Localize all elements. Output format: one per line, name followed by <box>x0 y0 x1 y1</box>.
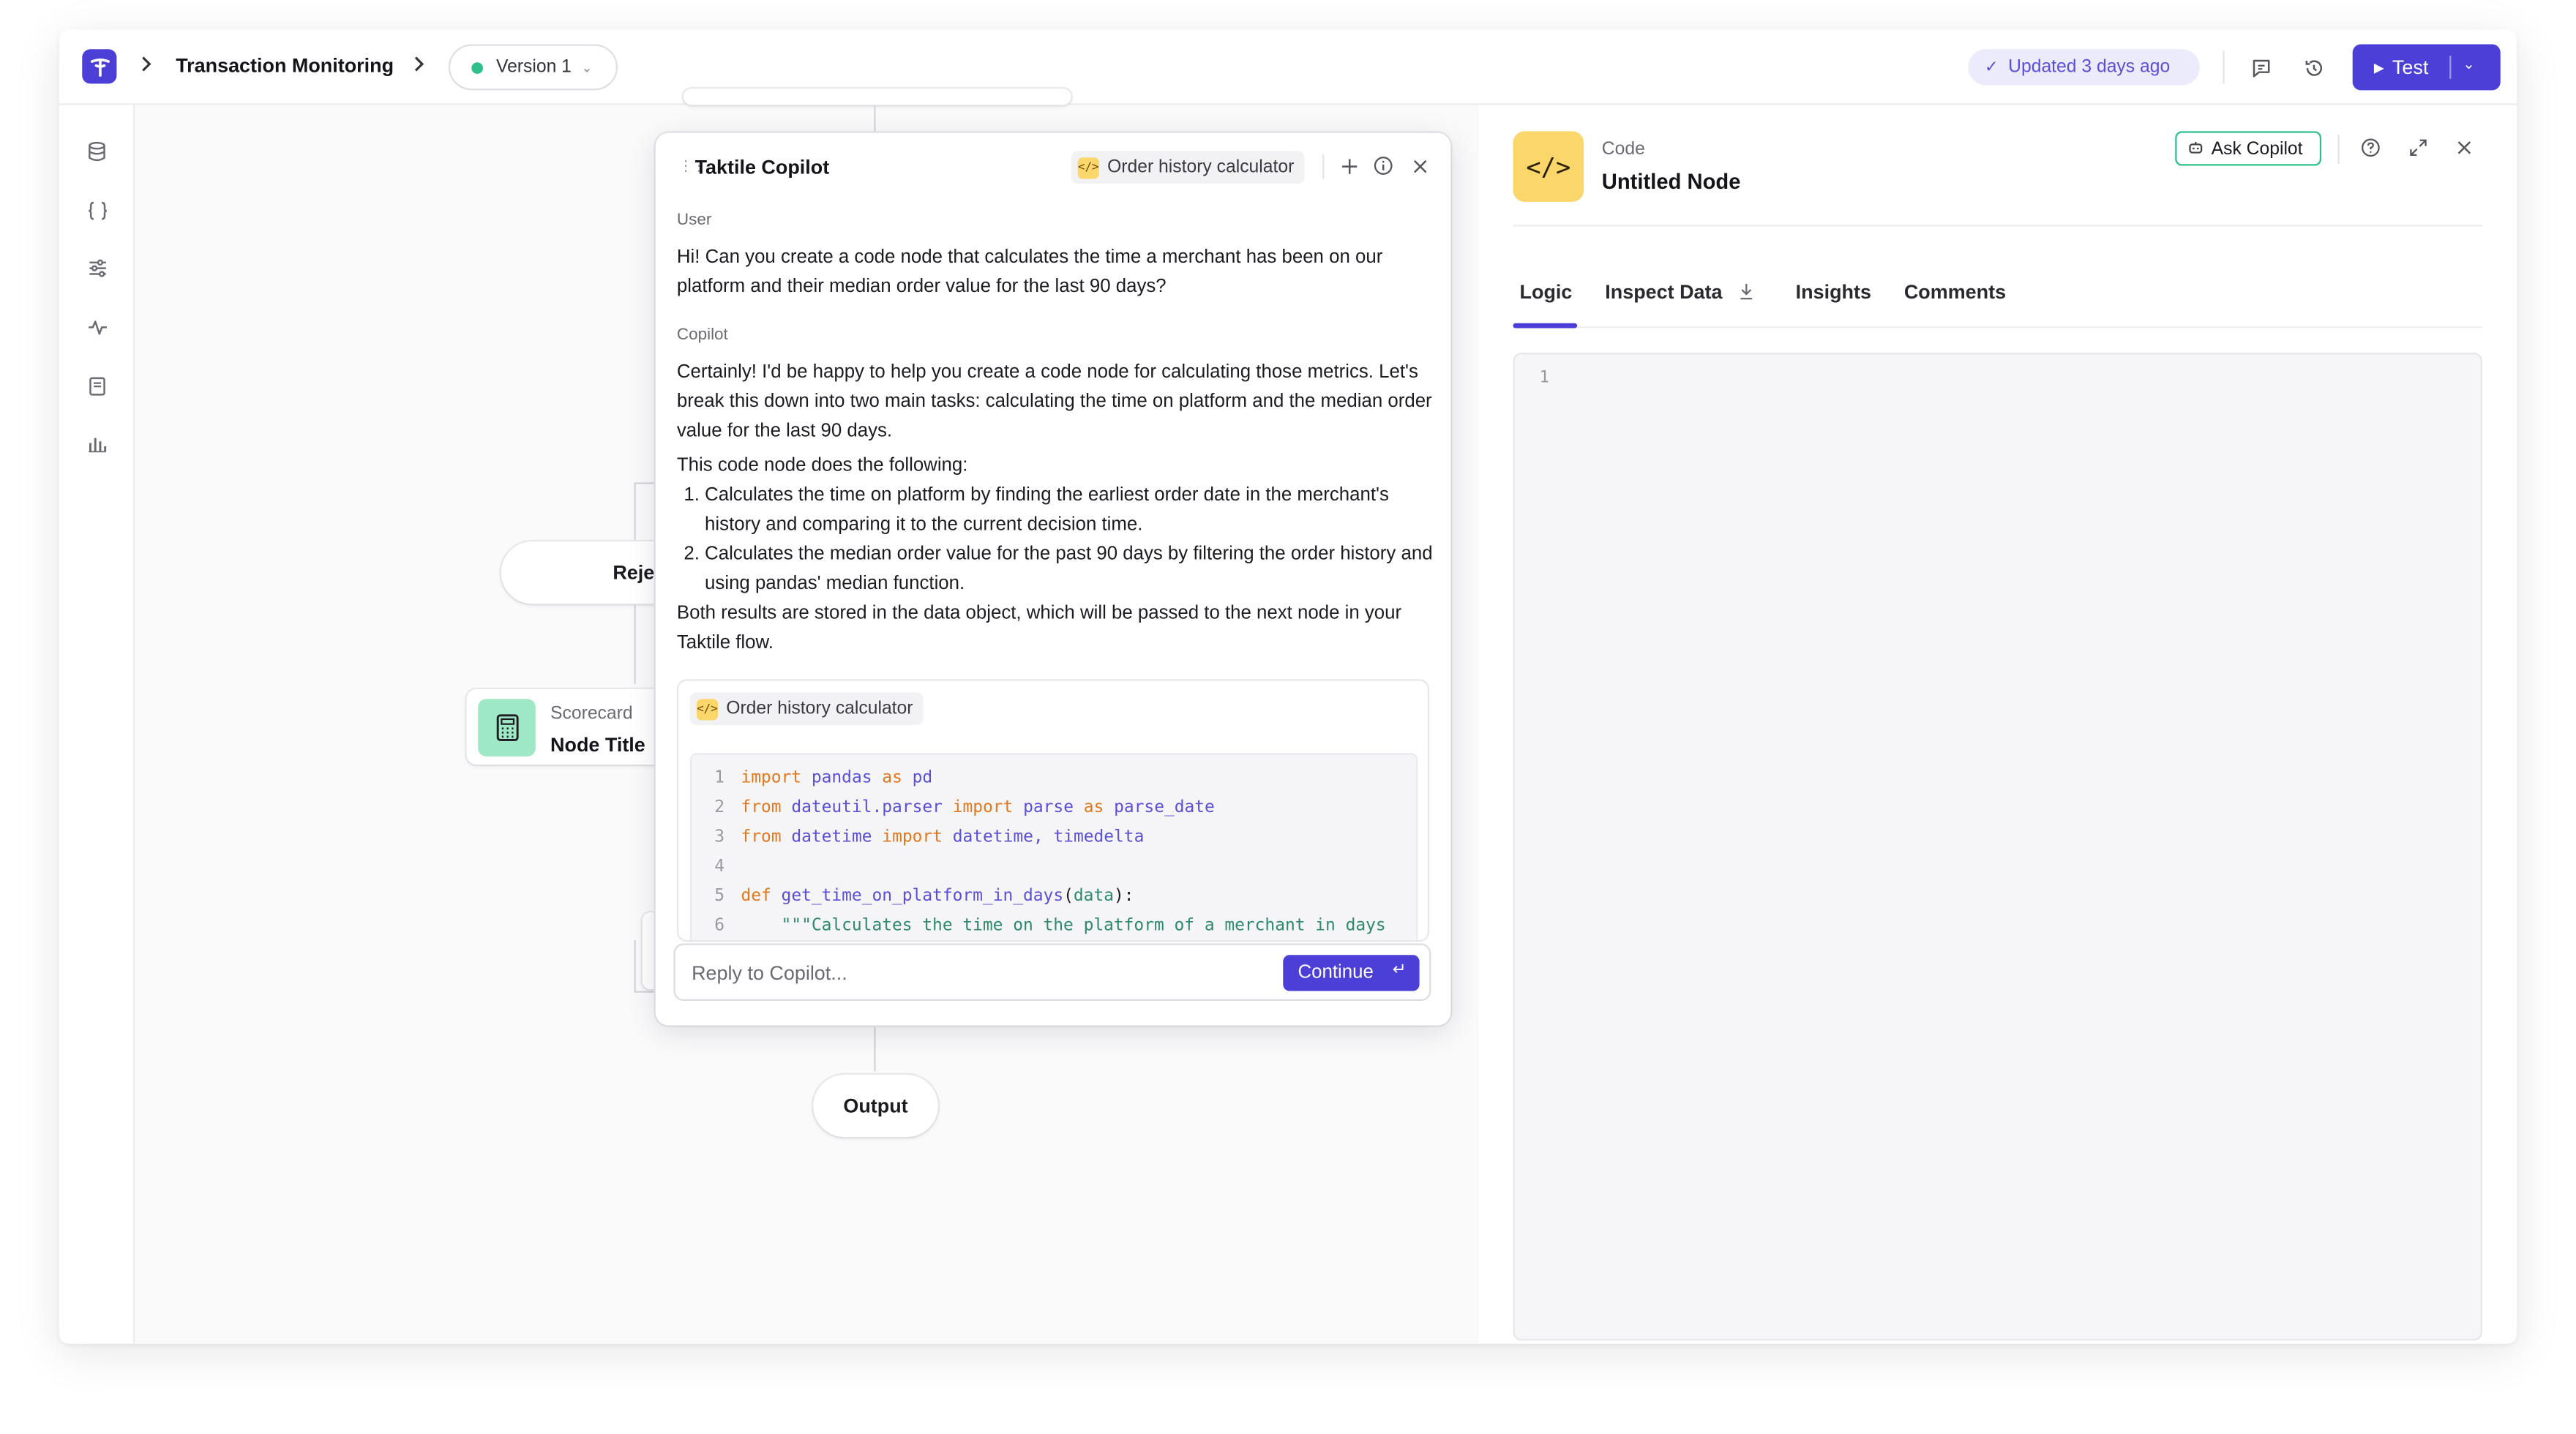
code-icon: </> <box>696 698 719 720</box>
copilot-steps-list: Calculates the time on platform by findi… <box>705 481 1436 598</box>
chevron-down-icon[interactable]: ⌄ <box>2463 56 2475 74</box>
info-icon[interactable] <box>1371 154 1394 177</box>
scorecard-type-label: Scorecard <box>550 704 633 724</box>
code-card-title-chip: </> Order history calculator <box>689 692 924 726</box>
updated-status-badge: ✓ Updated 3 days ago <box>1968 49 2200 86</box>
node-detail-panel: </> Code Untitled Node Ask Copilot Logic… <box>1478 105 2517 1344</box>
updated-label: Updated 3 days ago <box>2008 57 2171 78</box>
robot-icon <box>2188 140 2203 157</box>
test-button[interactable]: ▶ Test ⌄ <box>2352 44 2501 91</box>
flow-edge <box>634 482 654 484</box>
divider <box>2337 134 2340 165</box>
flow-edge <box>874 105 876 132</box>
node-title[interactable]: Untitled Node <box>1602 169 1741 194</box>
version-status-dot <box>471 61 484 73</box>
copilot-step: Calculates the time on platform by findi… <box>705 481 1436 540</box>
code-icon: </> <box>1513 131 1584 202</box>
user-role-label: User <box>676 211 712 230</box>
code-line: 5 def get_time_on_platform_in_days(data): <box>714 887 1134 906</box>
tab-comments[interactable]: Comments <box>1904 280 2006 303</box>
node-type-label: Code <box>1601 139 1645 159</box>
close-icon[interactable] <box>1408 154 1431 177</box>
output-node-label: Output <box>843 1094 908 1118</box>
braces-icon[interactable] <box>83 197 110 223</box>
continue-label: Continue <box>1298 963 1374 983</box>
divider <box>2223 50 2225 84</box>
copilot-message-intro: Certainly! I'd be happy to help you crea… <box>676 362 1432 442</box>
copilot-message-outro: Both results are stored in the data obje… <box>676 604 1402 653</box>
flow-edge <box>634 991 654 993</box>
book-icon[interactable] <box>83 372 110 399</box>
divider <box>1513 225 2483 227</box>
ask-copilot-label: Ask Copilot <box>2211 138 2303 159</box>
copilot-header: ⋮⋮ Taktile Copilot </> Order history cal… <box>656 133 1451 199</box>
breadcrumb-chevron-icon <box>140 54 156 77</box>
bar-chart-icon[interactable] <box>83 430 110 457</box>
code-icon: </> <box>1077 157 1099 179</box>
test-label: Test <box>2392 56 2429 79</box>
reply-input-box[interactable]: Reply to Copilot... Continue ↵ <box>673 943 1431 1001</box>
divider <box>2449 56 2452 79</box>
tab-underline-track <box>1513 326 2483 329</box>
tab-inspect-data[interactable]: Inspect Data <box>1605 280 1754 305</box>
flow-edge <box>874 1025 876 1072</box>
tab-insights[interactable]: Insights <box>1796 280 1871 303</box>
close-icon[interactable] <box>2453 136 2476 159</box>
copilot-message-explain: This code node does the following: <box>676 456 968 476</box>
top-bar: Transaction Monitoring Version 1 ⌄ ✓ Upd… <box>59 29 2517 105</box>
code-editor[interactable]: 1 <box>1513 353 2483 1341</box>
taktile-logo[interactable] <box>82 49 117 84</box>
flow-edge <box>634 940 636 993</box>
plus-icon[interactable] <box>1337 154 1360 177</box>
version-selector[interactable]: Version 1 ⌄ <box>448 44 618 91</box>
download-icon <box>1737 282 1753 305</box>
continue-button[interactable]: Continue ↵ <box>1283 955 1420 991</box>
code-line: 4 <box>714 857 725 876</box>
copilot-title: Taktile Copilot <box>694 156 830 179</box>
code-line: 6 """Calculates the time on the platform… <box>714 917 1386 936</box>
history-icon[interactable] <box>2299 53 2328 82</box>
tab-logic[interactable]: Logic <box>1520 280 1573 303</box>
enter-key-icon: ↵ <box>1392 961 1407 980</box>
tab-inspect-data-label: Inspect Data <box>1605 280 1723 304</box>
active-tab-indicator <box>1513 323 1578 329</box>
breadcrumb-chevron-icon <box>412 54 428 77</box>
help-icon[interactable] <box>2359 136 2382 159</box>
copilot-step: Calculates the median order value for th… <box>705 540 1436 599</box>
play-icon: ▶ <box>2373 59 2384 75</box>
scorecard-node-title: Node Title <box>550 733 645 757</box>
context-chip-label: Order history calculator <box>1107 157 1295 178</box>
output-node[interactable]: Output <box>813 1074 938 1138</box>
database-icon[interactable] <box>83 138 110 164</box>
expand-icon[interactable] <box>2407 136 2430 159</box>
copilot-role-label: Copilot <box>676 326 728 345</box>
code-line: 3 from datetime import datetime, timedelt… <box>714 828 1145 847</box>
calculator-icon <box>478 699 536 757</box>
editor-line-number: 1 <box>1539 369 1550 388</box>
version-label: Version 1 <box>495 57 572 78</box>
code-block[interactable]: 1 import pandas as pd 2 from dateutil.pars… <box>689 753 1418 941</box>
check-icon: ✓ <box>1984 58 1999 77</box>
context-chip[interactable]: </> Order history calculator <box>1071 151 1304 184</box>
left-sidebar <box>59 105 135 1344</box>
code-suggestion-card[interactable]: </> Order history calculator 1 import pan… <box>676 679 1430 942</box>
code-line: 2 from dateutil.parser import parse as pa… <box>714 799 1215 817</box>
node-card-fragment <box>683 89 1071 105</box>
divider <box>1322 154 1325 179</box>
breadcrumb-flow-title[interactable]: Transaction Monitoring <box>176 54 394 77</box>
comment-icon[interactable] <box>2246 53 2275 82</box>
code-card-title: Order history calculator <box>726 699 913 719</box>
app-window: Transaction Monitoring Version 1 ⌄ ✓ Upd… <box>59 29 2517 1344</box>
reply-placeholder: Reply to Copilot... <box>692 961 847 985</box>
copilot-message: Certainly! I'd be happy to help you crea… <box>677 358 1436 658</box>
activity-icon[interactable] <box>83 313 110 339</box>
ask-copilot-button[interactable]: Ask Copilot <box>2175 131 2322 166</box>
chevron-down-icon: ⌄ <box>581 59 593 75</box>
code-line: 1 import pandas as pd <box>714 769 933 788</box>
user-message: Hi! Can you create a code node that calc… <box>676 247 1383 297</box>
sliders-icon[interactable] <box>83 255 110 281</box>
copilot-panel: ⋮⋮ Taktile Copilot </> Order history cal… <box>655 132 1451 1026</box>
screenshot-frame: Transaction Monitoring Version 1 ⌄ ✓ Upd… <box>0 0 2576 1434</box>
